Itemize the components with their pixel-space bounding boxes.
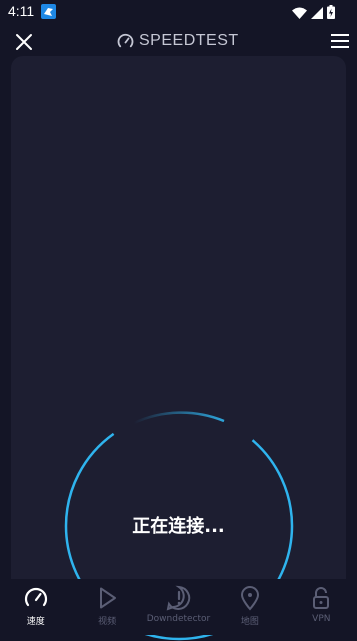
tab-map[interactable]: 地图 (214, 579, 285, 635)
status-time: 4:11 (8, 3, 35, 19)
app-header: SPEEDTEST (0, 24, 357, 56)
status-bar: 4:11 (0, 0, 357, 24)
logo-text: SPEEDTEST (139, 32, 239, 49)
bottom-tab-bar: 速度 视频 Downdetector 地图 VPN (0, 579, 357, 635)
menu-button[interactable] (331, 33, 349, 49)
tab-vpn[interactable]: VPN (286, 579, 357, 635)
battery-icon (327, 4, 335, 23)
alert-icon (166, 585, 190, 611)
tab-label: Downdetector (146, 614, 211, 624)
speedtest-logo-icon (117, 33, 134, 47)
speed-gauge-icon (24, 587, 47, 607)
lock-icon (313, 587, 330, 609)
tab-label: 视频 (98, 617, 117, 627)
close-button[interactable] (13, 31, 35, 53)
tab-label: VPN (312, 614, 331, 624)
close-icon[interactable] (13, 31, 35, 53)
tab-downdetector[interactable]: Downdetector (143, 579, 214, 635)
wifi-icon (292, 4, 307, 23)
tab-video[interactable]: 视频 (71, 579, 142, 635)
tab-label: 地图 (240, 617, 259, 627)
app-notification-icon (41, 4, 56, 19)
map-pin-icon (240, 586, 259, 611)
hamburger-menu-icon[interactable] (331, 33, 349, 49)
speedtest-logo: SPEEDTEST (117, 31, 239, 51)
tab-label: 速度 (26, 617, 45, 627)
tab-speed[interactable]: 速度 (0, 579, 71, 635)
cellular-signal-icon (311, 4, 323, 23)
connection-status-text: 正在连接... (132, 516, 225, 537)
play-icon (100, 587, 117, 609)
